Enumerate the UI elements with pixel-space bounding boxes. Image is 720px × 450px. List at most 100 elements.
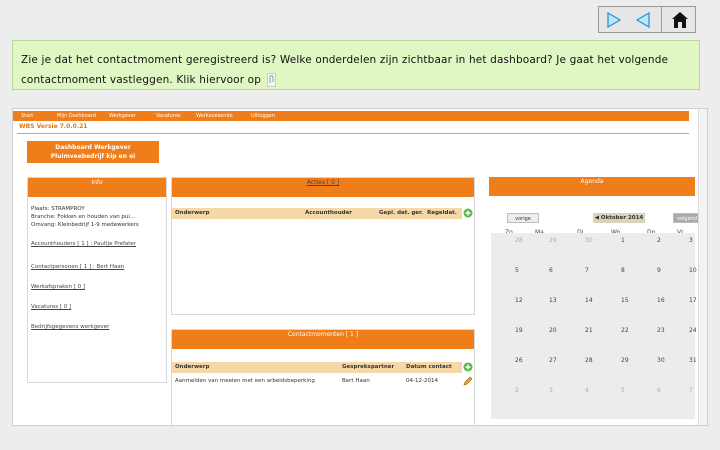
agenda-header: Agenda [489, 177, 695, 196]
calendar-day[interactable]: 7 [689, 387, 693, 394]
calendar-day[interactable]: 26 [515, 357, 523, 364]
calendar-day[interactable]: 2 [657, 237, 661, 244]
play-back-icon [635, 11, 650, 28]
vertical-scrollbar[interactable] [698, 109, 707, 425]
next-month-button[interactable]: volgend [673, 213, 701, 223]
current-month: ◀ Oktober 2014 [593, 213, 645, 223]
instruction-line-1: Zie je dat het contactmoment geregistree… [21, 54, 669, 66]
calendar-day[interactable]: 14 [585, 297, 593, 304]
calendar-day[interactable]: 1 [621, 237, 625, 244]
calendar-day[interactable]: 15 [621, 297, 629, 304]
calendar-day[interactable]: 19 [515, 327, 523, 334]
wbs-application: Start Mijn Dashboard Werkgever Vacatures… [12, 108, 708, 426]
dashboard-title-line-2: Pluimveebedrijf kip en ei [50, 153, 136, 160]
acties-link[interactable]: Acties [ 0 ] [307, 179, 339, 186]
menu-werkzoekende[interactable]: Werkzoekende [196, 113, 233, 119]
info-panel-header: Info [28, 178, 166, 197]
calendar-day[interactable]: 21 [585, 327, 593, 334]
row-onderwerp: Aanmelden van meelen met een arbeidsbepe… [175, 378, 315, 384]
calendar-grid: 28 29 30 1 2 3 5 6 7 8 9 10 12 13 14 15 16 17 19 20 21 22 23 24… [491, 233, 697, 419]
calendar-day[interactable]: 31 [689, 357, 697, 364]
instruction-line-2-text: contactmoment vastleggen. Klik hiervoor … [21, 74, 262, 86]
acties-panel-header: Acties [ 0 ] [172, 178, 474, 197]
calendar-day[interactable]: 6 [549, 267, 553, 274]
calendar-day[interactable]: 3 [549, 387, 553, 394]
calendar-day[interactable]: 22 [621, 327, 629, 334]
row-gesprekspartner: Bert Haan [342, 378, 370, 384]
menu-uitloggen[interactable]: Uitloggen [251, 113, 275, 119]
bedrijfsgegevens-link[interactable]: Bedrijfsgegevens werkgever [31, 324, 109, 330]
col-onderwerp: Onderwerp [175, 210, 210, 216]
col-accounthouder: Accounthouder [305, 210, 353, 216]
calendar-day[interactable]: 24 [689, 327, 697, 334]
calendar-day[interactable]: 2 [515, 387, 519, 394]
calendar-day[interactable]: 10 [689, 267, 697, 274]
calendar-day[interactable]: 9 [657, 267, 661, 274]
home-icon [672, 11, 689, 28]
col-regeldatum: Regeldat. [427, 210, 457, 216]
calendar-day[interactable]: 4 [585, 387, 589, 394]
edit-pencil-icon[interactable] [463, 376, 473, 386]
calendar-day[interactable]: 5 [515, 267, 519, 274]
info-branche: Branche: Fokken en houden van pui... [31, 214, 136, 220]
calendar-day[interactable]: 8 [621, 267, 625, 274]
calendar-day[interactable]: 23 [657, 327, 665, 334]
home-button[interactable] [669, 10, 691, 30]
info-omvang: Omvang: Kleinbedrijf 1-9 medewerkers [31, 222, 139, 228]
col-onderwerp: Onderwerp [175, 364, 210, 370]
month-label: Oktober 2014 [600, 215, 644, 221]
calendar-day[interactable]: 5 [621, 387, 625, 394]
previous-button[interactable] [632, 10, 654, 30]
calendar-day[interactable]: 29 [549, 237, 557, 244]
navigation-box [598, 6, 696, 33]
add-contact-icon[interactable] [463, 362, 473, 372]
divider [17, 133, 689, 134]
calendar-day[interactable]: 17 [689, 297, 697, 304]
calendar-day[interactable]: 7 [585, 267, 589, 274]
calendar-day[interactable]: 27 [549, 357, 557, 364]
calendar-day[interactable]: 16 [657, 297, 665, 304]
instruction-line-2: contactmoment vastleggen. Klik hiervoor … [21, 70, 691, 90]
accounthouders-link[interactable]: Accounthouders [ 1 ] : Paultje Prefater [31, 241, 136, 247]
instruction-banner: Zie je dat het contactmoment geregistree… [12, 40, 700, 90]
calendar-day[interactable]: 13 [549, 297, 557, 304]
menu-mijn-dashboard[interactable]: Mijn Dashboard [57, 113, 96, 119]
col-gepland-datum: Gepl. dat. ger. [379, 210, 424, 216]
calendar-day[interactable]: 20 [549, 327, 557, 334]
play-forward-icon [606, 11, 621, 28]
dashboard-title-line-1: Dashboard Werkgever [55, 144, 131, 151]
add-actie-icon[interactable] [463, 208, 473, 218]
menu-start[interactable]: Start [21, 113, 33, 119]
app-version: WBS Versie 7.0.0.21 [19, 123, 88, 130]
info-panel: Info Plaats: STRAMPROY Branche: Fokken e… [27, 177, 167, 383]
calendar-day[interactable]: 28 [515, 237, 523, 244]
menu-vacatures[interactable]: Vacatures [156, 113, 181, 119]
agenda-panel: Agenda vorige ◀ Oktober 2014 volgend Zo … [489, 177, 701, 425]
col-gesprekspartner: Gesprekspartner [342, 364, 395, 370]
contact-table-header: Onderwerp Gesprekspartner Datum contact [172, 362, 462, 373]
contactpersonen-link[interactable]: Contactpersonen [ 1 ] : Bert Haan [31, 264, 124, 270]
row-datum: 04-12-2014 [406, 378, 438, 384]
calendar-day[interactable]: 12 [515, 297, 523, 304]
col-datum-contact: Datum contact [406, 364, 452, 370]
nav-separator [661, 7, 663, 32]
calendar-day[interactable]: 30 [657, 357, 665, 364]
info-plaats: Plaats: STRAMPROY [31, 206, 85, 212]
calendar-day[interactable]: 30 [585, 237, 593, 244]
acties-panel: Acties [ 0 ] Onderwerp Accounthouder Gep… [171, 177, 475, 315]
app-menu-bar: Start Mijn Dashboard Werkgever Vacatures… [13, 111, 689, 121]
paperclip-icon [266, 73, 276, 87]
calendar-day[interactable]: 3 [689, 237, 693, 244]
acties-table-header: Onderwerp Accounthouder Gepl. dat. ger. … [172, 208, 462, 219]
calendar-day[interactable]: 6 [657, 387, 661, 394]
previous-month-button[interactable]: vorige [507, 213, 539, 223]
menu-werkgever[interactable]: Werkgever [109, 113, 136, 119]
contactmomenten-panel: Contactmomenten [ 1 ] Onderwerp Gespreks… [171, 329, 475, 425]
calendar-day[interactable]: 28 [585, 357, 593, 364]
next-button[interactable] [603, 10, 625, 30]
werkafspraken-link[interactable]: Werkafspraken [ 0 ] [31, 284, 85, 290]
dashboard-title: Dashboard Werkgever Pluimveebedrijf kip … [27, 141, 159, 163]
calendar-day[interactable]: 29 [621, 357, 629, 364]
vacatures-link[interactable]: Vacatures [ 0 ] [31, 304, 71, 310]
contactmomenten-header: Contactmomenten [ 1 ] [172, 330, 474, 349]
